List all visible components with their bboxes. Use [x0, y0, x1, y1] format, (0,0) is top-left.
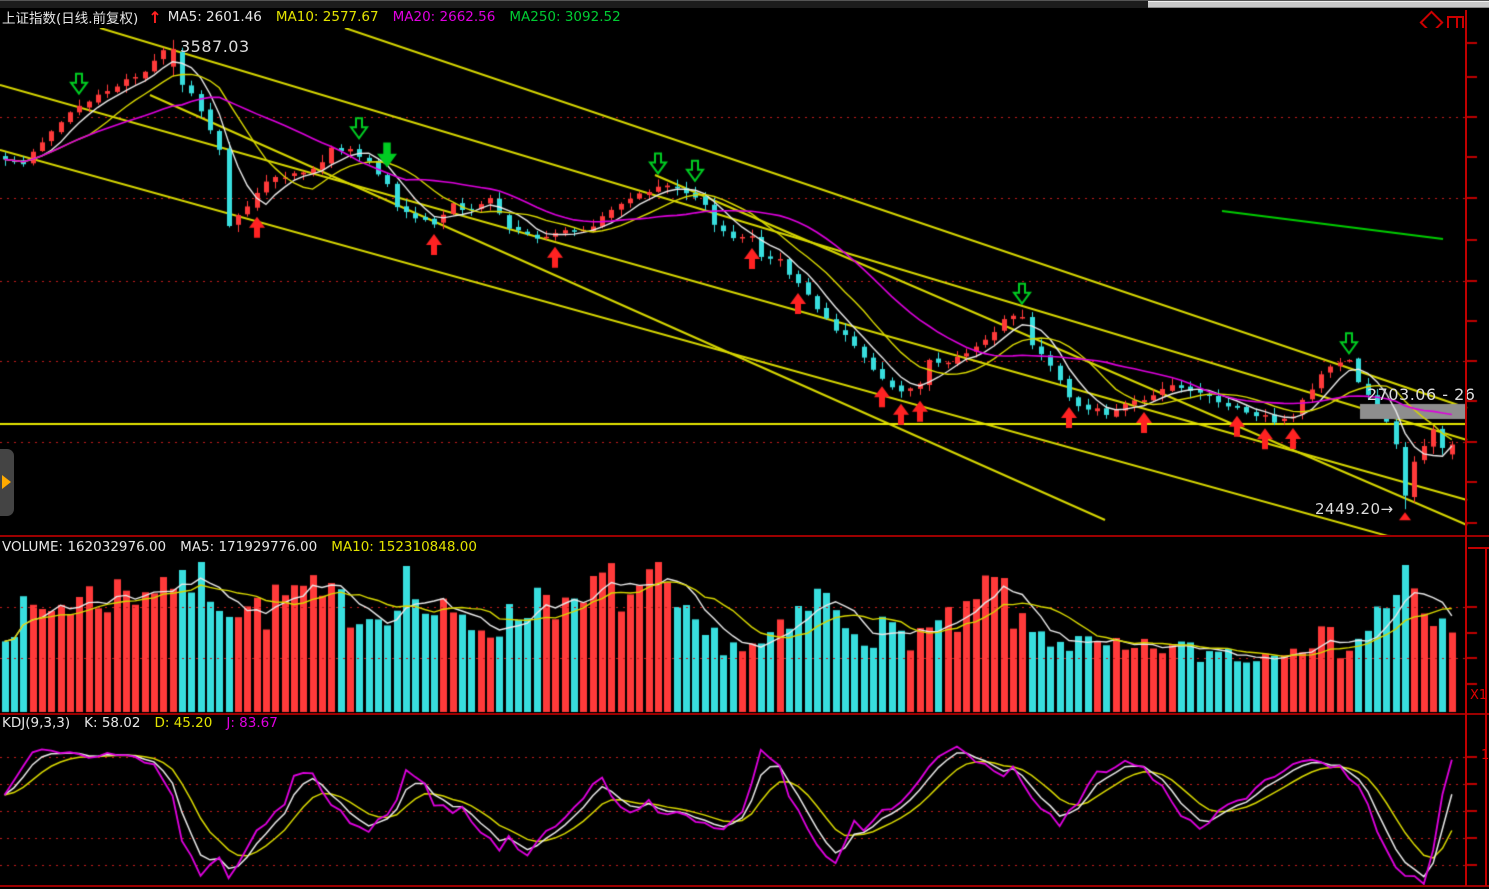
volume-ma10-readout: MA10: 152310848.00	[331, 539, 477, 555]
kdj-header: KDJ(9,3,3) K: 58.02 D: 45.20 J: 83.67	[2, 713, 292, 733]
volume-header: VOLUME: 162032976.00 MA5: 171929776.00 M…	[2, 537, 491, 557]
kdj-k-readout: K: 58.02	[84, 715, 140, 731]
period-low-label: 2449.20→	[1315, 500, 1394, 518]
price-chart-canvas[interactable]	[0, 28, 1489, 536]
kdj-j-readout: J: 83.67	[226, 715, 277, 731]
kdj-axis-label: 1	[1481, 748, 1489, 763]
main-chart-header: 上证指数(日线.前复权) ↑ MA5: 2601.46 MA10: 2577.6…	[2, 7, 635, 27]
panel-expander-tab[interactable]	[0, 449, 14, 516]
period-high-label: 3587.03	[180, 37, 250, 56]
price-axis-line	[1465, 10, 1467, 886]
kdj-chart-canvas[interactable]	[0, 732, 1489, 885]
bottom-border	[0, 885, 1489, 887]
instrument-title: 上证指数(日线.前复权)	[2, 7, 138, 27]
subpane-frame-line	[1485, 548, 1487, 886]
up-arrow-icon: ↑	[148, 8, 161, 27]
gap-zone-label: 2703.06 - 26	[1367, 385, 1475, 404]
ma250-readout: MA250: 3092.52	[509, 9, 620, 25]
expander-arrow-icon	[2, 475, 11, 489]
ma10-readout: MA10: 2577.67	[276, 9, 379, 25]
ma5-readout: MA5: 2601.46	[168, 9, 262, 25]
kdj-name: KDJ(9,3,3)	[2, 715, 70, 731]
volume-chart-canvas[interactable]	[0, 556, 1489, 713]
kdj-d-readout: D: 45.20	[154, 715, 212, 731]
volume-axis-multiplier-label: X1	[1470, 688, 1487, 703]
volume-ma5-readout: MA5: 171929776.00	[180, 539, 317, 555]
scrollbar-thumb[interactable]	[1148, 1, 1489, 8]
ma20-readout: MA20: 2662.56	[393, 9, 496, 25]
volume-readout: VOLUME: 162032976.00	[2, 539, 166, 555]
